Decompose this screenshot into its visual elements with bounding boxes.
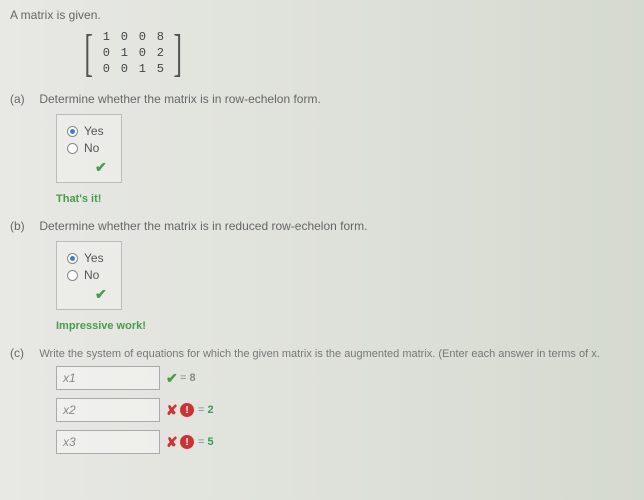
radio-label: No	[84, 268, 99, 282]
m-cell: 0	[115, 62, 133, 78]
radio-icon	[67, 270, 78, 281]
rhs-value: 5	[208, 436, 214, 448]
radio-label: Yes	[84, 251, 104, 265]
equals-sign: =	[198, 436, 204, 448]
check-icon: ✔	[95, 286, 111, 303]
radio-label: No	[84, 141, 99, 155]
equation-input[interactable]: x2	[56, 398, 160, 422]
part-b-label: (b)	[10, 219, 36, 233]
warning-icon: !	[180, 403, 194, 417]
m-cell: 8	[151, 30, 169, 46]
equation-row-2: x2 ✘ ! = 2	[56, 398, 634, 422]
equation-rhs: = 8	[180, 372, 196, 384]
m-cell: 0	[133, 30, 151, 46]
equation-rhs: = 5	[198, 436, 214, 448]
equation-rhs: = 2	[198, 404, 214, 416]
part-c-prompt: Write the system of equations for which …	[39, 348, 599, 360]
equation-input[interactable]: x3	[56, 430, 160, 454]
radio-no[interactable]: No	[67, 268, 111, 282]
m-cell: 5	[151, 62, 169, 78]
m-cell: 1	[115, 46, 133, 62]
part-b-feedback: Impressive work!	[56, 320, 634, 332]
part-a: (a) Determine whether the matrix is in r…	[10, 92, 634, 205]
x-icon: ✘	[166, 402, 178, 418]
check-icon: ✔	[95, 159, 111, 176]
part-a-prompt: Determine whether the matrix is in row-e…	[39, 92, 320, 106]
m-cell: 0	[97, 46, 115, 62]
radio-yes[interactable]: Yes	[67, 124, 111, 138]
bracket-left: [	[84, 31, 93, 78]
equals-sign: =	[198, 404, 204, 416]
bracket-right: ]	[174, 31, 183, 78]
part-a-answer-box: Yes No ✔	[56, 114, 122, 183]
radio-icon	[67, 143, 78, 154]
part-c: (c) Write the system of equations for wh…	[10, 346, 634, 454]
part-a-feedback: That's it!	[56, 193, 634, 205]
intro-text: A matrix is given.	[10, 8, 634, 22]
part-b-answer-box: Yes No ✔	[56, 241, 122, 310]
part-c-label: (c)	[10, 346, 36, 360]
rhs-value: 2	[208, 404, 214, 416]
check-icon: ✔	[166, 370, 178, 386]
matrix-cells: 1 0 0 8 0 1 0 2 0 0 1 5	[97, 30, 169, 78]
m-cell: 0	[133, 46, 151, 62]
radio-yes[interactable]: Yes	[67, 251, 111, 265]
radio-no[interactable]: No	[67, 141, 111, 155]
part-a-label: (a)	[10, 92, 36, 106]
radio-label: Yes	[84, 124, 104, 138]
radio-icon	[67, 253, 78, 264]
equation-row-1: x1 ✔ = 8	[56, 366, 634, 390]
rhs-value: 8	[190, 372, 196, 384]
equation-input[interactable]: x1	[56, 366, 160, 390]
warning-icon: !	[180, 435, 194, 449]
equation-row-3: x3 ✘ ! = 5	[56, 430, 634, 454]
m-cell: 2	[151, 46, 169, 62]
m-cell: 0	[97, 62, 115, 78]
equals-sign: =	[180, 372, 186, 384]
part-b-prompt: Determine whether the matrix is in reduc…	[39, 219, 367, 233]
m-cell: 1	[133, 62, 151, 78]
matrix: [ 1 0 0 8 0 1 0 2 0 0 1 5 ]	[80, 30, 634, 78]
part-b: (b) Determine whether the matrix is in r…	[10, 219, 634, 332]
radio-icon	[67, 126, 78, 137]
x-icon: ✘	[166, 434, 178, 450]
m-cell: 1	[97, 30, 115, 46]
m-cell: 0	[115, 30, 133, 46]
